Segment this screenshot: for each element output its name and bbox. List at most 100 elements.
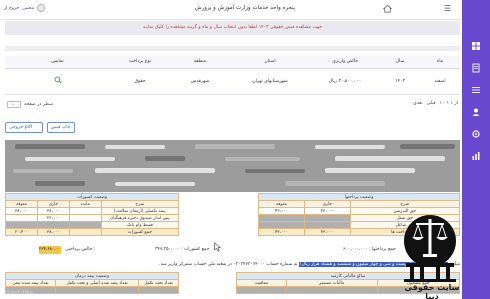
payments-title: وضعیت پرداختها: [258, 193, 460, 201]
prev-page-link[interactable]: قبلی: [427, 101, 436, 106]
redacted-text: [145, 156, 185, 161]
total-current: ۴۳،۰۰۰: [303, 228, 351, 236]
col-header: شرح: [100, 200, 180, 208]
cell-payment-type: حقوق: [110, 68, 170, 95]
deductions-table: وضعیت کسورات شرح مانده جاری معوقه بیمه ت…: [5, 193, 180, 236]
redacted-cell: [258, 214, 305, 222]
col-header: جاری: [303, 200, 351, 208]
redacted-text: [25, 157, 115, 161]
arrears-cell: [5, 214, 38, 222]
arrears-cell: ۴۳،۰۰۰: [258, 207, 305, 215]
redacted-cell: [303, 214, 351, 222]
total-row: جمع کسورات ۳۸،۰۰۰ ۲۰،۴۰۰: [5, 228, 180, 236]
redacted-cell: [36, 221, 70, 229]
total-remain: [68, 228, 102, 236]
redacted-cell: [54, 286, 140, 294]
current-cell: ۲۳،۰۰۰: [36, 214, 70, 222]
total-payments: جمع پرداختها : ۶۰۰،۰۰۰،۰۰۰: [343, 247, 396, 252]
col-header: سال: [380, 56, 420, 69]
redacted-cell: [303, 221, 351, 229]
col-header: مانده: [68, 200, 102, 208]
dashboard-icon[interactable]: [470, 40, 482, 52]
redacted-text: [115, 182, 195, 186]
cell-view: [5, 68, 110, 95]
next-page-link[interactable]: بعدی: [413, 101, 423, 106]
total-current: ۳۸،۰۰۰: [36, 228, 70, 236]
redacted-cell: [258, 221, 305, 229]
redacted-text: [105, 145, 165, 149]
personal-info-redacted: [5, 140, 460, 192]
table-row: قسط وام بانک: [5, 221, 180, 229]
col-header: معافیت: [236, 279, 287, 287]
redacted-text: [315, 145, 385, 149]
view-icon[interactable]: [54, 76, 62, 84]
cell-province: شهرستانهای تهران: [230, 68, 310, 95]
redacted-text: [225, 157, 300, 161]
deposit-info: مبلغ : ۲۳۴،۶۸۰،۰۰۰ ریال (دویست و سی و چه…: [5, 262, 460, 267]
user-name: مجتبی: [22, 5, 34, 11]
watermark-text: سایت حقوقی دیبا: [404, 283, 460, 299]
col-header: ماه: [420, 56, 460, 69]
col-header: تعداد بیمه شده تبعی: [5, 279, 56, 287]
user-icon[interactable]: [470, 106, 482, 118]
chart-icon[interactable]: [470, 150, 482, 162]
cell-net-amount: ۲۰،۸۰۰،۰۰۰ ریال: [310, 68, 380, 95]
user-menu[interactable]: خروج از مجتبی: [4, 4, 45, 12]
table-header-row: ماه سال خالص واریزی استان منطقه نوع پردا…: [5, 56, 460, 69]
net-payment-value: ۲۳۴،۶۸۰،۰۰۰: [39, 246, 63, 254]
page-title: پنجره واحد خدمات وزارت آموزش و پرورش: [194, 5, 296, 11]
print-slip-button[interactable]: چاپ فیش: [47, 122, 75, 133]
net-payment-label: خالص پرداختی :: [65, 247, 96, 252]
home-icon[interactable]: [383, 4, 392, 13]
table-row: پس انداز صندوق ذخیره فرهنگیان ۲۳،۰۰۰: [5, 214, 180, 222]
mouse-cursor-icon: [214, 242, 222, 252]
corner-watermark: ©eshdiba: [6, 290, 34, 296]
col-header: تعداد تحت تکفل: [138, 279, 179, 287]
col-header: خالص واریزی: [310, 56, 380, 69]
desc-cell: قسط وام بانک: [100, 221, 180, 229]
current-cell: ۴۳،۰۰۰: [303, 207, 351, 215]
watermark-logo-icon: [404, 215, 456, 282]
col-header: منطقه: [170, 56, 230, 69]
menu-icon[interactable]: ☰: [444, 4, 451, 13]
page-range: ۱ - ۱ از ۱: [439, 101, 458, 106]
user-prefix: خروج از: [4, 5, 20, 11]
col-header: تعداد بیمه شده اصلی و تحت تکفل: [54, 279, 140, 287]
insurance-title: وضعیت بیمه درمان: [5, 272, 179, 280]
total-arrears: ۴۳،۰۰۰: [258, 228, 305, 236]
redacted-text: [245, 169, 305, 173]
redacted-cell: [5, 221, 38, 229]
total-deductions: جمع کسورات : ۳۴۷،۳۵۰،۰۰۰: [155, 247, 210, 252]
notice-banner: جهت مشاهده فیش حقوقی ۱۴۰۳ لطفا بدون انتخ…: [5, 21, 460, 35]
filter-bar: [5, 46, 460, 51]
redacted-cell: [236, 286, 287, 294]
table-spacer: [179, 193, 258, 237]
col-header: معوقه: [258, 200, 305, 208]
cell-month: اسفند: [420, 68, 460, 95]
col-header: نوع پرداخت: [110, 56, 170, 69]
deductions-title: وضعیت کسورات: [5, 193, 179, 201]
pdf-export-button[interactable]: خروجی pdf: [5, 122, 43, 133]
redacted-text: [35, 181, 85, 186]
redacted-cell: [285, 286, 378, 294]
slip-list-table: ماه سال خالص واریزی استان منطقه نوع پردا…: [5, 56, 460, 95]
current-cell: ۳۸،۰۰۰: [36, 207, 70, 215]
redacted-text: [285, 181, 385, 186]
redacted-text: [335, 156, 445, 161]
top-bar: خروج از مجتبی پنجره واحد خدمات وزارت آمو…: [0, 0, 462, 20]
settings-icon[interactable]: [470, 128, 482, 140]
deposit-suffix: به شماره حساب ۰۳۰۳۴۷۳۰۷۴۰۰۰ در شعبه ملی …: [159, 262, 299, 267]
redacted-cell: [138, 286, 179, 294]
cell-year: ۱۴۰۲: [380, 68, 420, 95]
remain-cell: [68, 207, 102, 215]
document-icon[interactable]: [470, 62, 482, 74]
table-row[interactable]: اسفند ۱۴۰۲ ۲۰،۸۰۰،۰۰۰ ریال شهرستانهای ته…: [5, 68, 460, 95]
redacted-cell: [68, 221, 102, 229]
list-icon[interactable]: [470, 84, 482, 96]
side-rail: [462, 0, 490, 299]
desc-cell: بیمه تکمیلی (ارمغان سلامت): [100, 207, 180, 215]
arrears-cell: ۳۸،۰۰۰: [5, 207, 38, 215]
redacted-text: [15, 144, 85, 149]
page-size-select[interactable]: ۱۰: [7, 101, 21, 108]
col-header: نمایش: [5, 56, 110, 69]
